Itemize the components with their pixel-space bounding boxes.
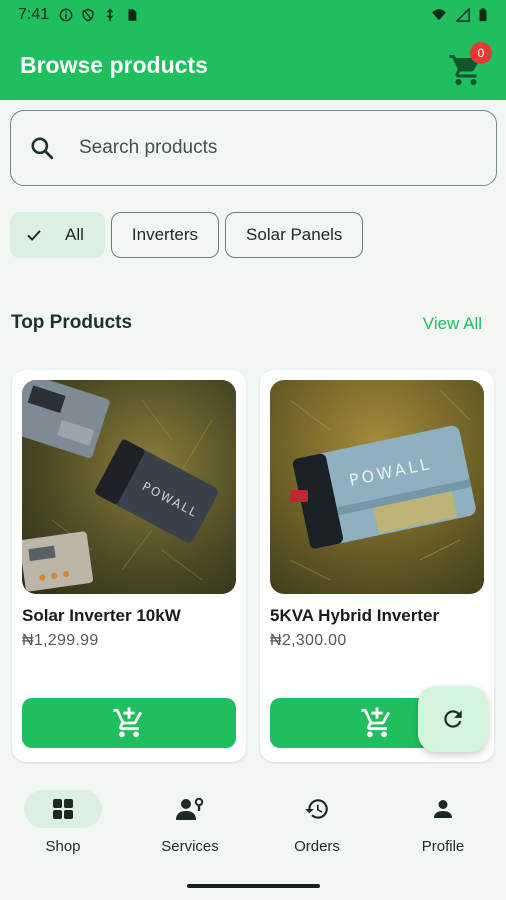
search-icon	[31, 137, 54, 160]
cart-button[interactable]: 0	[448, 42, 492, 88]
shield-icon	[82, 8, 94, 22]
wifi-icon	[432, 9, 446, 21]
add-to-cart-button[interactable]	[22, 698, 236, 748]
grid-icon	[53, 799, 73, 819]
app-bar: Browse products 0	[0, 30, 506, 100]
cart-count-badge: 0	[470, 42, 492, 64]
filter-chip-label: All	[65, 225, 84, 244]
sim-card-icon	[128, 9, 137, 21]
refresh-button[interactable]	[418, 686, 488, 752]
refresh-icon	[444, 710, 462, 728]
status-time: 7:41	[18, 6, 50, 23]
product-name: Solar Inverter 10kW	[22, 606, 181, 625]
nav-label: Orders	[294, 838, 340, 855]
search-bar[interactable]	[10, 110, 497, 186]
status-bar: 7:41	[0, 0, 506, 30]
product-image: POWALL	[22, 380, 236, 594]
person-icon	[434, 800, 452, 818]
nav-label: Profile	[421, 838, 465, 855]
home-indicator[interactable]	[187, 884, 320, 888]
filter-chip-label: Solar Panels	[246, 225, 343, 244]
product-price: ₦1,299.99	[22, 632, 99, 649]
nav-item-orders[interactable]: Orders	[272, 790, 362, 855]
filter-chip-all[interactable]: All	[10, 212, 105, 258]
section-title: Top Products	[11, 312, 133, 333]
product-name: 5KVA Hybrid Inverter	[270, 606, 440, 625]
filter-chip-solar-panels[interactable]: Solar Panels	[225, 212, 364, 258]
add-to-cart-icon	[361, 707, 390, 738]
page-title: Browse products	[20, 51, 208, 78]
product-image: POWALL	[270, 380, 484, 594]
filter-chip-label: Inverters	[131, 225, 199, 244]
add-to-cart-icon	[113, 707, 142, 738]
nav-item-shop[interactable]: Shop	[18, 790, 108, 855]
product-card[interactable]: POWALL Solar Inverter 10kW ₦1,299.99	[12, 370, 246, 762]
nav-item-services[interactable]: Services	[145, 790, 235, 855]
battery-icon	[479, 8, 487, 22]
nav-label: Services	[161, 838, 219, 855]
bottom-nav: Shop Services Orders Profile	[0, 772, 506, 900]
services-icon	[176, 797, 204, 820]
usb-icon	[107, 8, 114, 22]
check-icon	[27, 230, 41, 241]
filter-chips: All Inverters Solar Panels	[10, 212, 364, 258]
history-icon	[305, 799, 328, 819]
filter-chip-inverters[interactable]: Inverters	[110, 212, 220, 258]
view-all-link[interactable]: View All	[423, 314, 482, 334]
search-input[interactable]	[79, 137, 459, 159]
info-icon	[59, 8, 73, 22]
product-price: ₦2,300.00	[270, 632, 347, 649]
nav-label: Shop	[45, 838, 81, 855]
nav-item-profile[interactable]: Profile	[398, 790, 488, 855]
signal-icon	[456, 8, 470, 22]
